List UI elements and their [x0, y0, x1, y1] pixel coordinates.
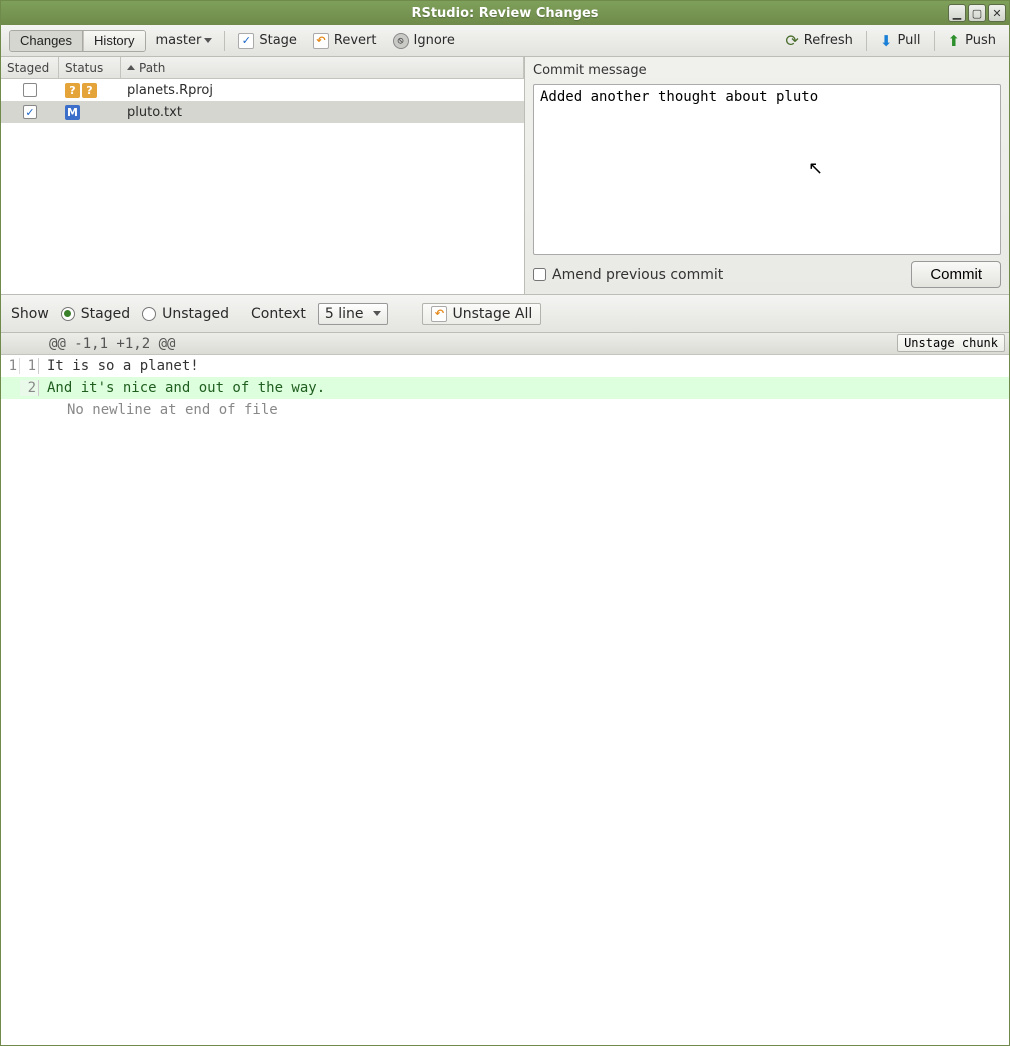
- diff-text: It is so a planet!: [39, 358, 199, 374]
- caret-down-icon: [373, 311, 381, 316]
- diff-line[interactable]: No newline at end of file: [1, 399, 1009, 421]
- file-path: planets.Rproj: [121, 83, 524, 98]
- unstaged-radio-label: Unstaged: [162, 306, 229, 322]
- diff-line[interactable]: 11It is so a planet!: [1, 355, 1009, 377]
- unstage-chunk-button[interactable]: Unstage chunk: [897, 334, 1005, 352]
- close-button[interactable]: ✕: [988, 4, 1006, 22]
- header-path-label: Path: [139, 61, 165, 75]
- revert-button[interactable]: ↶ Revert: [308, 30, 382, 52]
- ignore-label: Ignore: [414, 33, 455, 48]
- unstage-all-button[interactable]: ↶ Unstage All: [422, 303, 541, 325]
- refresh-icon: ⟳: [785, 31, 798, 50]
- ignore-icon: ⦸: [393, 33, 409, 49]
- toolbar-separator: [866, 31, 867, 51]
- sort-asc-icon: [127, 65, 135, 70]
- status-unknown-icon: ?: [65, 83, 80, 98]
- main-toolbar: Changes History master ✓ Stage ↶ Revert …: [1, 25, 1009, 57]
- stage-label: Stage: [259, 33, 297, 48]
- pull-button[interactable]: ⬇ Pull: [875, 30, 926, 52]
- amend-checkbox[interactable]: [533, 268, 546, 281]
- line-number-new: 2: [20, 380, 39, 396]
- revert-icon: ↶: [431, 306, 447, 322]
- commit-button[interactable]: Commit: [911, 261, 1001, 288]
- file-path: pluto.txt: [121, 105, 524, 120]
- file-rows: ?? planets.Rproj ✓ Mpluto.txt: [1, 79, 524, 294]
- status-unknown-icon: ?: [82, 83, 97, 98]
- caret-down-icon: [204, 38, 212, 43]
- amend-checkbox-label[interactable]: Amend previous commit: [533, 267, 723, 283]
- view-tabs: Changes History: [9, 30, 146, 52]
- context-label: Context: [251, 306, 306, 322]
- refresh-button[interactable]: ⟳ Refresh: [780, 30, 858, 52]
- revert-icon: ↶: [313, 33, 329, 49]
- window-title: RStudio: Review Changes: [411, 6, 598, 21]
- push-icon: ⬆: [948, 32, 961, 50]
- branch-name: master: [156, 33, 202, 48]
- diff-toolbar: Show Staged Unstaged Context 5 line ↶ Un…: [1, 295, 1009, 333]
- minimize-button[interactable]: ▁: [948, 4, 966, 22]
- diff-text: No newline at end of file: [53, 402, 278, 418]
- staged-checkbox[interactable]: [23, 83, 37, 97]
- show-unstaged-radio[interactable]: Unstaged: [142, 306, 229, 322]
- branch-selector[interactable]: master: [152, 30, 217, 52]
- show-staged-radio[interactable]: Staged: [61, 306, 130, 322]
- table-row[interactable]: ?? planets.Rproj: [1, 79, 524, 101]
- diff-line[interactable]: 2And it's nice and out of the way.: [1, 377, 1009, 399]
- header-staged[interactable]: Staged: [1, 57, 59, 78]
- line-number-old: 1: [1, 358, 20, 374]
- table-row[interactable]: ✓ Mpluto.txt: [1, 101, 524, 123]
- hunk-range: @@ -1,1 +1,2 @@: [1, 336, 175, 352]
- file-list-pane: Staged Status Path ?? planets.Rproj ✓ Mplut…: [1, 57, 525, 294]
- diff-text: And it's nice and out of the way.: [39, 380, 325, 396]
- tab-history[interactable]: History: [83, 31, 144, 51]
- unstage-all-label: Unstage All: [452, 306, 532, 322]
- radio-checked-icon: [61, 307, 75, 321]
- commit-message-label: Commit message: [533, 63, 1001, 78]
- context-lines-select[interactable]: 5 line: [318, 303, 389, 325]
- commit-pane: Commit message Amend previous commit Com…: [525, 57, 1009, 294]
- refresh-label: Refresh: [804, 33, 853, 48]
- show-label: Show: [11, 306, 49, 322]
- pull-icon: ⬇: [880, 32, 893, 50]
- context-value: 5 line: [325, 306, 364, 322]
- stage-button[interactable]: ✓ Stage: [233, 30, 302, 52]
- title-bar: RStudio: Review Changes ▁ ▢ ✕: [1, 1, 1009, 25]
- header-status[interactable]: Status: [59, 57, 121, 78]
- staged-radio-label: Staged: [81, 306, 130, 322]
- push-label: Push: [965, 33, 996, 48]
- toolbar-separator: [224, 31, 225, 51]
- staged-checkbox[interactable]: ✓: [23, 105, 37, 119]
- radio-unchecked-icon: [142, 307, 156, 321]
- line-number-new: 1: [20, 358, 39, 374]
- amend-label-text: Amend previous commit: [552, 267, 723, 283]
- push-button[interactable]: ⬆ Push: [943, 30, 1001, 52]
- toolbar-separator: [934, 31, 935, 51]
- diff-hunk-header: @@ -1,1 +1,2 @@ Unstage chunk: [1, 333, 1009, 355]
- header-path[interactable]: Path: [121, 57, 524, 78]
- maximize-button[interactable]: ▢: [968, 4, 986, 22]
- pull-label: Pull: [897, 33, 920, 48]
- ignore-button[interactable]: ⦸ Ignore: [388, 30, 460, 52]
- file-list-header: Staged Status Path: [1, 57, 524, 79]
- check-icon: ✓: [238, 33, 254, 49]
- diff-body: 11It is so a planet!2And it's nice and o…: [1, 355, 1009, 1045]
- commit-message-input[interactable]: [533, 84, 1001, 255]
- tab-changes[interactable]: Changes: [10, 31, 83, 51]
- status-modified-icon: M: [65, 105, 80, 120]
- revert-label: Revert: [334, 33, 377, 48]
